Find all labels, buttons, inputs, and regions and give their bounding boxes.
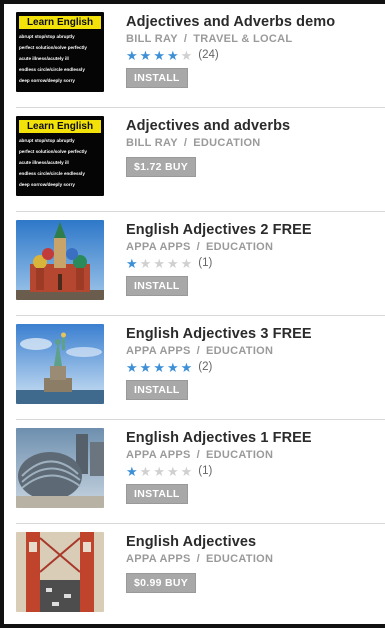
app-list-item[interactable]: English Adjectives 1 FREE APPA APPS / EDUC… [16, 420, 385, 524]
meta-separator: / [183, 33, 188, 45]
star-empty-icon: ★ [139, 255, 152, 271]
rating-count: (2) [198, 361, 213, 373]
thumb-line: abrupt stop/stop abruptly [19, 138, 75, 143]
app-developer[interactable]: APPA APPS [126, 241, 191, 253]
star-filled-icon: ★ [166, 47, 179, 63]
star-filled-icon: ★ [139, 47, 152, 63]
learn-english-icon[interactable]: Learn English abrupt stop/stop abruptly … [16, 116, 104, 196]
app-list-item[interactable]: Learn English abrupt stop/stop abruptly … [16, 4, 385, 108]
install-button[interactable]: INSTALL [126, 276, 188, 296]
app-developer[interactable]: APPA APPS [126, 553, 191, 565]
london-city-hall-icon[interactable] [16, 428, 104, 508]
app-list: Learn English abrupt stop/stop abruptly … [4, 4, 385, 627]
meta-separator: / [196, 553, 200, 565]
star-empty-icon: ★ [153, 463, 165, 479]
meta-separator: / [196, 449, 200, 461]
app-title[interactable]: English Adjectives 2 FREE [126, 222, 381, 238]
star-filled-icon: ★ [153, 47, 165, 63]
thumb-line: acute illness/acutely ill [19, 160, 69, 165]
star-filled-icon: ★ [166, 359, 179, 375]
star-filled-icon: ★ [180, 359, 193, 375]
app-category[interactable]: EDUCATION [206, 449, 273, 461]
app-category[interactable]: EDUCATION [206, 553, 273, 565]
st-basils-cathedral-icon[interactable] [16, 220, 104, 300]
meta-separator: / [196, 241, 200, 253]
star-rating: ★ ★ ★ ★ ★ [126, 465, 194, 478]
install-button[interactable]: INSTALL [126, 484, 188, 504]
statue-of-liberty-icon[interactable] [16, 324, 104, 404]
rating-count: (1) [198, 465, 213, 477]
app-developer[interactable]: BILL RAY [126, 33, 178, 45]
thumb-line: acute illness/acutely ill [19, 56, 69, 61]
thumb-line: perfect solution/solve perfectly [19, 45, 87, 50]
install-button[interactable]: INSTALL [126, 380, 188, 400]
app-list-item[interactable]: English Adjectives 3 FREE APPA APPS / EDUC… [16, 316, 385, 420]
star-filled-icon: ★ [126, 255, 138, 271]
app-category[interactable]: EDUCATION [206, 345, 273, 357]
star-empty-icon: ★ [139, 463, 152, 479]
meta-separator: / [183, 137, 188, 149]
learn-english-icon[interactable]: Learn English abrupt stop/stop abruptly … [16, 12, 104, 92]
app-title[interactable]: Adjectives and adverbs [126, 118, 381, 134]
app-developer[interactable]: APPA APPS [126, 449, 191, 461]
star-empty-icon: ★ [153, 255, 165, 271]
star-empty-icon: ★ [180, 47, 193, 63]
app-title[interactable]: Adjectives and Adverbs demo [126, 14, 381, 30]
thumb-line: perfect solution/solve perfectly [19, 149, 87, 154]
thumb-line: endless circle/circle endlessly [19, 171, 85, 176]
rating-row: ★ ★ ★ ★ ★ (2) [126, 360, 381, 374]
app-category[interactable]: EDUCATION [206, 241, 273, 253]
star-filled-icon: ★ [126, 47, 138, 63]
install-button[interactable]: INSTALL [126, 68, 188, 88]
thumb-heading: Learn English [19, 120, 101, 133]
app-title[interactable]: English Adjectives [126, 534, 381, 550]
rating-count: (24) [198, 49, 219, 61]
thumb-line: abrupt stop/stop abruptly [19, 34, 75, 39]
app-title[interactable]: English Adjectives 3 FREE [126, 326, 381, 342]
thumb-line: deep sorrow/deeply sorry [19, 182, 75, 187]
app-list-item[interactable]: English Adjectives APPA APPS / EDUCATION $… [16, 524, 385, 627]
star-empty-icon: ★ [180, 463, 193, 479]
buy-button[interactable]: $1.72 BUY [126, 157, 197, 177]
app-list-item[interactable]: Learn English abrupt stop/stop abruptly … [16, 108, 385, 212]
buy-button[interactable]: $0.99 BUY [126, 573, 197, 593]
app-list-item[interactable]: English Adjectives 2 FREE APPA APPS / EDUC… [16, 212, 385, 316]
meta-separator: / [196, 345, 200, 357]
thumb-heading: Learn English [19, 16, 101, 29]
rating-count: (1) [198, 257, 213, 269]
rating-row: ★ ★ ★ ★ ★ (1) [126, 256, 381, 270]
star-empty-icon: ★ [166, 463, 179, 479]
star-filled-icon: ★ [126, 359, 138, 375]
star-rating: ★ ★ ★ ★ ★ [126, 49, 194, 62]
star-rating: ★ ★ ★ ★ ★ [126, 361, 194, 374]
thumb-line: endless circle/circle endlessly [19, 67, 85, 72]
rating-row: ★ ★ ★ ★ ★ (1) [126, 464, 381, 478]
star-rating: ★ ★ ★ ★ ★ [126, 257, 194, 270]
star-empty-icon: ★ [180, 255, 193, 271]
app-category[interactable]: EDUCATION [193, 137, 260, 149]
thumb-line: deep sorrow/deeply sorry [19, 78, 75, 83]
app-category[interactable]: TRAVEL & LOCAL [193, 33, 292, 45]
star-filled-icon: ★ [126, 463, 138, 479]
app-developer[interactable]: APPA APPS [126, 345, 191, 357]
golden-gate-bridge-icon[interactable] [16, 532, 104, 612]
app-title[interactable]: English Adjectives 1 FREE [126, 430, 381, 446]
star-filled-icon: ★ [153, 359, 165, 375]
app-developer[interactable]: BILL RAY [126, 137, 178, 149]
star-empty-icon: ★ [166, 255, 179, 271]
star-filled-icon: ★ [139, 359, 152, 375]
rating-row: ★ ★ ★ ★ ★ (24) [126, 48, 381, 62]
